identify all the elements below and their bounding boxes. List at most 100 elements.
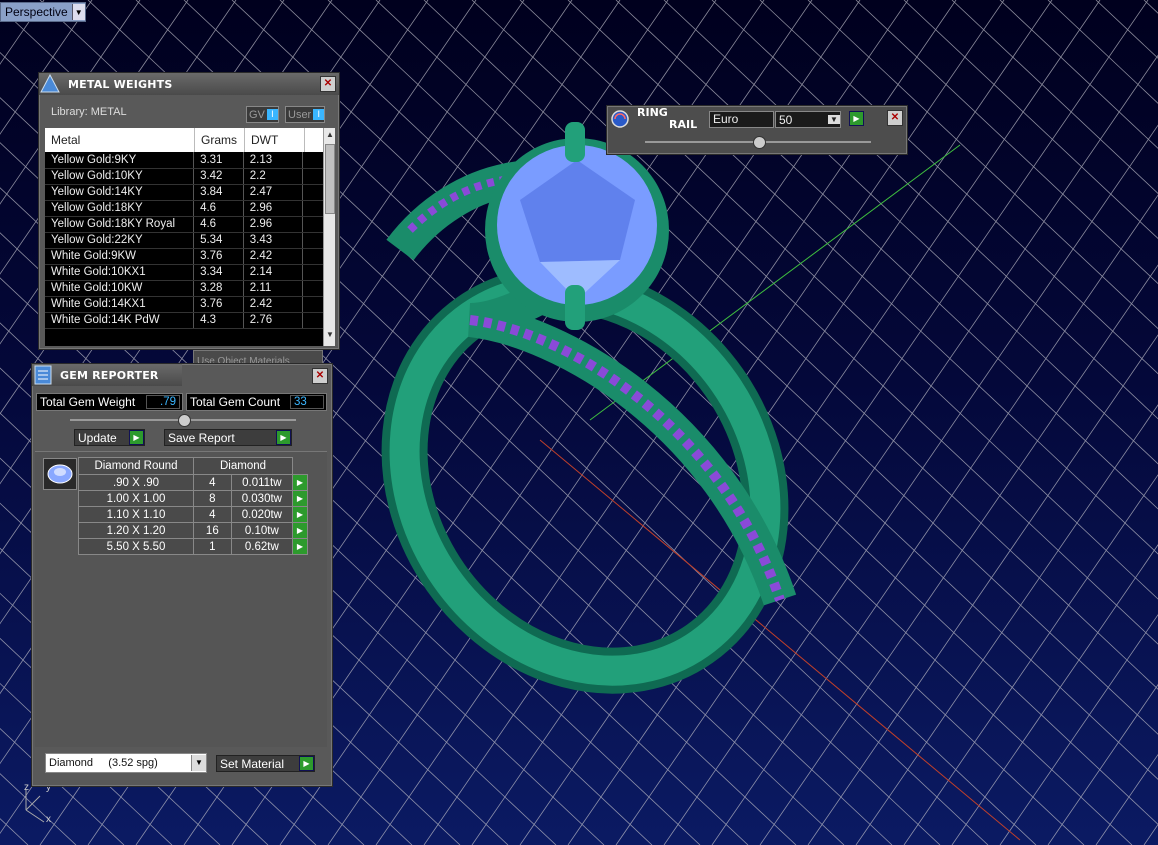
use-object-materials-button[interactable]: Use Object Materials <box>193 350 323 364</box>
metal-weights-title: METAL WEIGHTS <box>68 77 173 91</box>
play-icon: ▶ <box>296 542 304 551</box>
gem-reporter-titlebar[interactable]: GEM REPORTER <box>32 364 182 386</box>
chevron-down-icon[interactable]: ▼ <box>71 4 85 20</box>
gem-row-button[interactable]: ▶ <box>292 474 308 491</box>
material-select-value: Diamond (3.52 spg) <box>49 757 158 769</box>
ring-rail-slider[interactable] <box>645 136 871 149</box>
table-row[interactable]: Yellow Gold:18KY Royal 4.6 2.96 <box>45 216 323 233</box>
col-grams[interactable]: Grams <box>195 128 245 152</box>
gem-size-cell: 1.10 X 1.10 <box>78 506 194 523</box>
metal-weights-panel: METAL WEIGHTS ✕ Library: METAL GV I User… <box>38 72 340 364</box>
set-material-button[interactable]: Set Material ▶ <box>216 755 315 772</box>
close-icon[interactable]: ✕ <box>320 76 336 92</box>
update-button[interactable]: Update ▶ <box>74 429 145 446</box>
close-icon[interactable]: ✕ <box>887 110 903 126</box>
gem-row[interactable]: 5.50 X 5.50 1 0.62tw ▶ <box>78 538 308 555</box>
grams-cell: 3.34 <box>193 264 244 281</box>
metal-name-cell: Yellow Gold:9KY <box>45 152 195 169</box>
scroll-thumb[interactable] <box>325 144 335 214</box>
metal-name-cell: White Gold:14K PdW <box>45 312 195 329</box>
table-row[interactable]: Yellow Gold:9KY 3.31 2.13 <box>45 152 323 169</box>
grid-line <box>951 0 1158 194</box>
grams-cell: 3.76 <box>193 296 244 313</box>
table-row[interactable]: Yellow Gold:22KY 5.34 3.43 <box>45 232 323 249</box>
chevron-down-icon[interactable]: ▼ <box>828 115 840 124</box>
dwt-cell: 2.42 <box>243 296 304 313</box>
gem-reporter-title: GEM REPORTER <box>60 368 159 382</box>
grid-line <box>1095 753 1158 845</box>
gem-row-button[interactable]: ▶ <box>292 506 308 523</box>
size-system-field[interactable]: Euro <box>709 111 774 128</box>
play-icon: ▶ <box>299 756 314 771</box>
metal-name-cell: White Gold:10KX1 <box>45 264 195 281</box>
row-spacer <box>302 264 323 281</box>
dwt-cell: 2.2 <box>243 168 304 185</box>
slider-handle[interactable] <box>178 414 191 427</box>
material-select[interactable]: Diamond (3.52 spg) ▼ <box>45 753 207 773</box>
gem-weight-cell: 0.020tw <box>230 506 294 523</box>
user-toggle[interactable]: User I <box>285 106 326 123</box>
table-row[interactable]: White Gold:9KW 3.76 2.42 <box>45 248 323 265</box>
gv-label: GV <box>249 108 265 121</box>
grams-cell: 4.6 <box>193 216 244 233</box>
gem-row[interactable]: 1.10 X 1.10 4 0.020tw ▶ <box>78 506 308 523</box>
gem-slider[interactable] <box>70 414 296 427</box>
dwt-cell: 2.76 <box>243 312 304 329</box>
table-row[interactable]: White Gold:10KW 3.28 2.11 <box>45 280 323 297</box>
col-metal[interactable]: Metal <box>45 128 195 152</box>
row-spacer <box>302 248 323 265</box>
table-row[interactable]: Yellow Gold:18KY 4.6 2.96 <box>45 200 323 217</box>
gem-weight-cell: 0.62tw <box>230 538 294 555</box>
gem-count-cell: 4 <box>193 474 232 491</box>
gem-row-button[interactable]: ▶ <box>292 522 308 539</box>
gem-list-area: Diamond Round Diamond .90 X .90 4 0.011tw ▶… <box>35 451 327 747</box>
metal-weights-titlebar[interactable]: METAL WEIGHTS ✕ <box>39 73 339 95</box>
set-material-label: Set Material <box>220 756 285 771</box>
gv-toggle[interactable]: GV I <box>246 106 279 123</box>
metal-name-cell: Yellow Gold:18KY <box>45 200 195 217</box>
ring-rail-apply-button[interactable]: ▶ <box>849 111 864 126</box>
axis-x-label: x <box>46 814 51 825</box>
grid-line <box>903 474 1158 845</box>
close-icon[interactable]: ✕ <box>312 368 328 384</box>
row-spacer <box>302 200 323 217</box>
ring-rail-panel: RING RAIL Euro 50 ▼ ▶ ✕ <box>606 105 908 155</box>
grid-line <box>903 0 1158 240</box>
table-row[interactable]: Yellow Gold:14KY 3.84 2.47 <box>45 184 323 201</box>
table-row[interactable]: Yellow Gold:10KY 3.42 2.2 <box>45 168 323 185</box>
dwt-cell: 2.11 <box>243 280 304 297</box>
gem-row[interactable]: 1.20 X 1.20 16 0.10tw ▶ <box>78 522 308 539</box>
row-spacer <box>302 216 323 233</box>
row-spacer <box>302 184 323 201</box>
update-label: Update <box>78 430 117 445</box>
scroll-down-icon[interactable]: ▼ <box>324 328 335 342</box>
user-indicator-icon: I <box>313 109 325 120</box>
ring-rail-icon <box>610 109 630 129</box>
size-value-select[interactable]: 50 ▼ <box>775 111 841 128</box>
gem-row[interactable]: .90 X .90 4 0.011tw ▶ <box>78 474 308 491</box>
scroll-up-icon[interactable]: ▲ <box>324 128 335 142</box>
chevron-down-icon[interactable]: ▼ <box>191 755 206 771</box>
diamond-round-icon[interactable] <box>43 458 77 490</box>
save-report-button[interactable]: Save Report ▶ <box>164 429 292 446</box>
gem-row-button[interactable]: ▶ <box>292 538 308 555</box>
table-row[interactable]: White Gold:14K PdW 4.3 2.76 <box>45 312 323 329</box>
col-dwt[interactable]: DWT <box>245 128 305 152</box>
table-row[interactable]: White Gold:10KX1 3.34 2.14 <box>45 264 323 281</box>
slider-handle[interactable] <box>753 136 766 149</box>
metal-scrollbar[interactable]: ▲ ▼ <box>323 128 335 346</box>
gem-row[interactable]: 1.00 X 1.00 8 0.030tw ▶ <box>78 490 308 507</box>
metal-name-cell: White Gold:9KW <box>45 248 195 265</box>
total-gem-count: Total Gem Count 33 <box>186 393 327 411</box>
viewport-label[interactable]: Perspective ▼ <box>0 2 86 22</box>
row-spacer <box>302 312 323 329</box>
total-gem-weight-value: .79 <box>146 395 180 409</box>
shape-header: Diamond Round <box>78 457 194 475</box>
table-row[interactable]: White Gold:14KX1 3.76 2.42 <box>45 296 323 313</box>
library-label: Library: METAL <box>51 106 127 118</box>
gem-reporter-panel: GEM REPORTER ✕ Total Gem Weight .79 Tota… <box>31 363 333 787</box>
row-spacer <box>302 152 323 169</box>
gem-row-button[interactable]: ▶ <box>292 490 308 507</box>
metal-table-wrap: Metal Grams DWT Yellow Gold:9KY 3.31 2.13 Y… <box>45 128 335 346</box>
grid-line <box>1095 0 1158 59</box>
